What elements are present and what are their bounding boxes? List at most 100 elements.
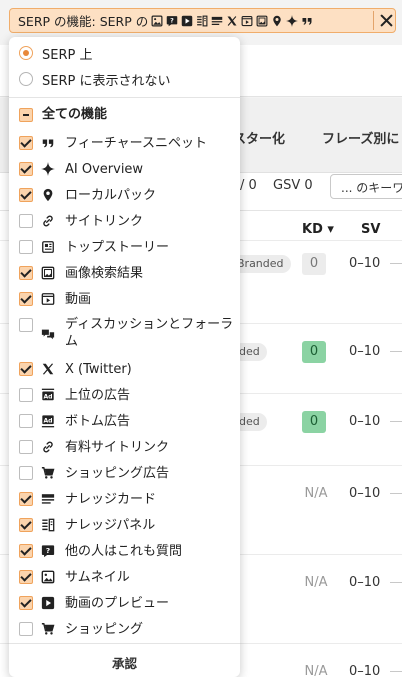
feature-label: サムネイル — [65, 570, 130, 585]
checkbox-checked[interactable] — [19, 292, 33, 306]
dropdown-footer-divider — [9, 643, 240, 644]
cart-icon — [40, 465, 56, 481]
feature-checkbox-row[interactable]: 有料サイトリンク — [9, 434, 240, 460]
news-icon — [40, 239, 56, 255]
link-icon — [40, 439, 56, 455]
feature-label: 動画のプレビュー — [65, 596, 170, 611]
radio-label-on-serp: SERP 上 — [42, 47, 93, 63]
feature-checkbox-row[interactable]: Ad 上位の広告 — [9, 382, 240, 408]
all-features-checkbox[interactable] — [19, 108, 33, 122]
feature-label: 画像検索結果 — [65, 266, 144, 281]
feature-checkbox-row[interactable]: ? 他の人はこれも質問 — [9, 538, 240, 564]
checkbox-unchecked[interactable] — [19, 240, 33, 254]
checkbox-checked[interactable] — [19, 596, 33, 610]
sv-value: 0–10 — [349, 486, 381, 501]
kd-value: 0 — [302, 253, 326, 275]
sv-value: 0–10 — [349, 256, 381, 271]
approve-button[interactable]: 承認 — [9, 651, 240, 673]
feature-checkbox-row[interactable]: ローカルパック — [9, 182, 240, 208]
checkbox-unchecked[interactable] — [19, 622, 33, 636]
column-header-sv[interactable]: SV — [361, 222, 380, 237]
feature-checkbox-row[interactable]: サムネイル — [9, 564, 240, 590]
trend-sparkline — [390, 263, 402, 264]
feature-label: ローカルパック — [65, 188, 157, 203]
feature-label: ショッピング広告 — [65, 466, 170, 481]
feature-checkbox-row[interactable]: AI Overview — [9, 156, 240, 182]
feature-checkbox-row[interactable]: ナレッジカード — [9, 486, 240, 512]
checkbox-unchecked[interactable] — [19, 388, 33, 402]
all-features-label: 全ての機能 — [42, 107, 108, 122]
kd-value: N/A — [304, 486, 328, 501]
column-header-kd[interactable]: KD ▾ — [302, 222, 334, 237]
checkbox-checked[interactable] — [19, 362, 33, 376]
image-icon — [150, 14, 164, 28]
feature-checkbox-row[interactable]: ディスカッションとフォーラム — [9, 312, 240, 356]
checkbox-unchecked[interactable] — [19, 440, 33, 454]
feature-checkbox-row[interactable]: ナレッジパネル — [9, 512, 240, 538]
feature-checkbox-row[interactable]: Ad ボトム広告 — [9, 408, 240, 434]
close-icon — [380, 14, 392, 27]
tab-clustering[interactable]: スター化 — [233, 128, 285, 147]
feature-label: ショッピング — [65, 622, 144, 637]
keyword-dropdown-button[interactable]: ... のキーワ — [330, 174, 402, 199]
quote-icon — [300, 14, 314, 28]
metric-gsv: GSV 0 — [273, 178, 313, 193]
chip-separator — [373, 11, 374, 30]
sv-value: 0–10 — [349, 414, 381, 429]
checkbox-checked[interactable] — [19, 492, 33, 506]
feature-checkbox-row[interactable]: 動画のプレビュー — [9, 590, 240, 616]
link-icon — [40, 213, 56, 229]
chat-icon — [40, 326, 56, 342]
kd-value: 0 — [302, 411, 326, 433]
radio-not-on-serp[interactable]: SERP に表示されない — [9, 67, 240, 91]
checkbox-unchecked[interactable] — [19, 214, 33, 228]
checkbox-checked[interactable] — [19, 570, 33, 584]
checkbox-checked[interactable] — [19, 544, 33, 558]
feature-checkbox-row[interactable]: サイトリンク — [9, 208, 240, 234]
card-icon — [210, 14, 224, 28]
image-icon — [40, 569, 56, 585]
checkbox-checked[interactable] — [19, 162, 33, 176]
remove-filter-button[interactable] — [376, 9, 396, 32]
checkbox-checked[interactable] — [19, 266, 33, 280]
trend-sparkline — [390, 671, 402, 672]
checkbox-checked[interactable] — [19, 188, 33, 202]
video-box-icon — [40, 291, 56, 307]
feature-checkbox-row[interactable]: ショッピング — [9, 616, 240, 642]
serp-feature-filter-chip[interactable]: SERP の機能: SERP の ? — [9, 8, 396, 33]
kd-value: N/A — [304, 664, 328, 677]
pin-icon — [270, 14, 284, 28]
trend-sparkline — [390, 493, 402, 494]
checkbox-unchecked[interactable] — [19, 414, 33, 428]
feature-label: ボトム広告 — [65, 414, 131, 429]
svg-text:?: ? — [46, 546, 50, 555]
sparkle-icon — [285, 14, 299, 28]
radio-on-serp[interactable]: SERP 上 — [9, 41, 240, 65]
trend-sparkline — [390, 582, 402, 583]
sv-value: 0–10 — [349, 664, 381, 677]
feature-checkbox-row[interactable]: ショッピング広告 — [9, 460, 240, 486]
feature-checkbox-row[interactable]: X (Twitter) — [9, 356, 240, 382]
ad-bottom-icon: Ad — [40, 413, 56, 429]
feature-checkbox-row[interactable]: 動画 — [9, 286, 240, 312]
cart-icon — [40, 621, 56, 637]
all-features-checkbox-row[interactable]: 全ての機能 — [9, 104, 240, 126]
radio-button[interactable] — [19, 72, 33, 86]
feature-checkbox-row[interactable]: トップストーリー — [9, 234, 240, 260]
tab-by-phrase[interactable]: フレーズ別に — [322, 128, 399, 147]
panel-icon — [40, 517, 56, 533]
radio-button-selected[interactable] — [19, 46, 33, 60]
pin-icon — [40, 187, 56, 203]
checkbox-unchecked[interactable] — [19, 466, 33, 480]
feature-checkbox-row[interactable]: 画像検索結果 — [9, 260, 240, 286]
feature-checkbox-row[interactable]: フィーチャースニペット — [9, 130, 240, 156]
feature-label: 動画 — [65, 292, 92, 307]
feature-label: X (Twitter) — [65, 362, 132, 377]
checkbox-unchecked[interactable] — [19, 318, 33, 332]
trend-sparkline — [390, 351, 402, 352]
dropdown-divider — [9, 97, 240, 98]
checkbox-checked[interactable] — [19, 136, 33, 150]
checkbox-checked[interactable] — [19, 518, 33, 532]
sparkle-icon — [40, 161, 56, 177]
feature-label: ナレッジカード — [65, 492, 157, 507]
